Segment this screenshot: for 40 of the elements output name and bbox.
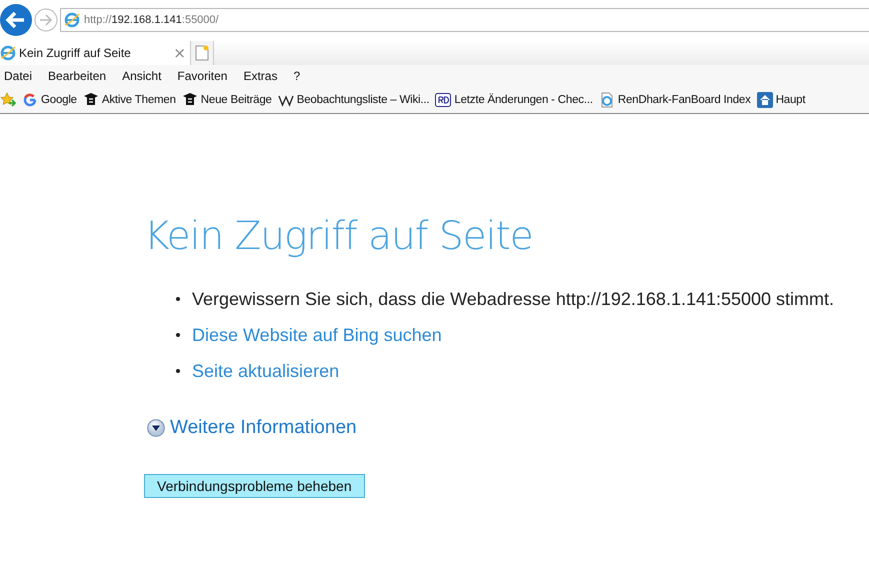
menu-item[interactable]: Ansicht (122, 69, 162, 83)
menu-item[interactable]: Datei (4, 69, 32, 83)
new-tab-button[interactable] (191, 41, 214, 65)
favorite-link[interactable]: RenDhark-FanBoard Index (598, 92, 751, 108)
favorite-link[interactable]: Google (22, 92, 77, 108)
browser-logo-icon (0, 45, 16, 61)
mortarboard-icon (182, 92, 198, 108)
tab-title: Kein Zugriff auf Seite (19, 46, 132, 60)
menu-item[interactable]: Extras (243, 69, 278, 83)
hint-link[interactable]: Seite aktualisieren (192, 360, 340, 382)
menu-item[interactable]: Favoriten (177, 69, 228, 83)
browser-logo-icon (64, 12, 80, 28)
back-button[interactable] (0, 4, 32, 36)
page-icon (598, 92, 615, 108)
forward-button[interactable] (34, 8, 58, 32)
favorite-link[interactable]: Haupt (756, 92, 806, 108)
home-icon (756, 92, 773, 108)
favorite-link[interactable]: Aktive Themen (82, 92, 176, 108)
hint-text: Vergewissern Sie sich, dass die Webadresse http://192.168.1.141:55000 stimmt. (192, 288, 834, 310)
bullet-icon (176, 333, 180, 337)
menu-item[interactable]: ? (293, 69, 300, 83)
close-tab-button[interactable]: × (173, 44, 186, 62)
rd-logo-icon (435, 92, 452, 108)
menu-item[interactable]: Bearbeiten (48, 69, 106, 83)
browser-tab[interactable]: Kein Zugriff auf Seite × (0, 41, 191, 65)
bullet-icon (176, 297, 180, 301)
favorite-link[interactable]: Beobachtungsliste – Wiki... (278, 92, 430, 108)
address-field[interactable]: http://192.168.1.141:55000/ (60, 8, 869, 32)
letter-g-icon (22, 92, 38, 108)
hint-link[interactable]: Diese Website auf Bing suchen (192, 324, 442, 346)
fix-connection-button[interactable]: Verbindungsprobleme beheben (144, 474, 365, 498)
new-tab-icon (195, 45, 209, 61)
favorite-link[interactable]: Letzte Änderungen - Chec... (435, 92, 593, 108)
favorite-link[interactable]: Neue Beiträge (182, 92, 272, 108)
more-info-link[interactable]: Weitere Informationen (170, 417, 357, 439)
favorites-star-icon (0, 92, 16, 108)
mortarboard-icon (82, 92, 99, 108)
url-text: http://192.168.1.141:55000/ (84, 14, 219, 26)
error-title: Kein Zugriff auf Seite (144, 214, 534, 259)
bullet-icon (176, 369, 180, 373)
